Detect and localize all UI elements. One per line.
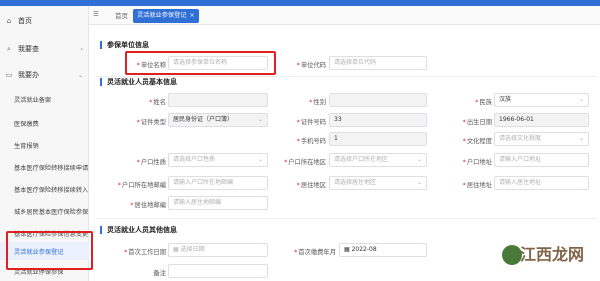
sidebar-subitem[interactable]: 医保缴费 bbox=[0, 114, 89, 132]
hukou-addr-label: *户口地址 bbox=[462, 159, 492, 166]
chevron-down-icon: ⌄ bbox=[578, 135, 584, 142]
pay-start-date[interactable]: ▦ 2022-08 bbox=[339, 243, 427, 257]
sidebar-item-my-visit[interactable]: ⌕ 我要查 › bbox=[0, 40, 89, 58]
unit-code-input[interactable]: 请选择单位代码 bbox=[329, 56, 427, 70]
cert-type-label: *证件类型 bbox=[136, 119, 166, 126]
search-icon: ⌕ bbox=[7, 44, 11, 53]
chevron-down-icon: ⌄ bbox=[77, 71, 83, 79]
first-work-label: *首次工作日期 bbox=[124, 249, 166, 256]
section-title-basic: 灵活就业人员基本信息 bbox=[100, 78, 177, 86]
calendar-icon: ▦ bbox=[344, 246, 352, 253]
chevron-right-icon: › bbox=[80, 45, 83, 53]
cert-no-label: *证件号码 bbox=[296, 119, 326, 126]
hukou-addr-input[interactable]: 请输入户口地址 bbox=[494, 153, 589, 167]
nation-label: *民族 bbox=[475, 99, 492, 106]
sidebar-subitem[interactable]: 生育报销 bbox=[0, 136, 89, 154]
gender-input[interactable] bbox=[329, 93, 427, 107]
phone-input[interactable]: 1 bbox=[329, 132, 427, 146]
hukou-nature-select[interactable]: 请选择户口性质 ⌄ bbox=[168, 153, 268, 167]
chevron-down-icon: ⌄ bbox=[416, 156, 422, 163]
sidebar-item-my-handle[interactable]: ▭ 我要办 ⌄ bbox=[0, 66, 89, 84]
tab-home[interactable]: 首页 bbox=[115, 10, 128, 20]
birth-label: *出生日期 bbox=[462, 119, 492, 126]
divider bbox=[96, 218, 596, 219]
chevron-down-icon: ⌄ bbox=[257, 156, 263, 163]
sidebar-subitem[interactable]: 灵活就业备案 bbox=[0, 90, 89, 108]
pay-start-label: *首次缴费年月 bbox=[294, 249, 336, 256]
gender-label: *性别 bbox=[309, 99, 326, 106]
remark-label: 备注 bbox=[153, 270, 166, 277]
hukou-nature-label: *户口性质 bbox=[136, 159, 166, 166]
birth-input[interactable]: 1966-06-01 bbox=[494, 113, 589, 127]
calendar-icon: ▦ bbox=[173, 246, 181, 253]
close-icon[interactable]: × bbox=[190, 12, 195, 19]
hukou-area-label: *户口所在地区 bbox=[284, 159, 326, 166]
sidebar-highlight-box bbox=[6, 231, 93, 270]
name-label: *姓名 bbox=[149, 99, 166, 106]
sidebar-item-home[interactable]: ⌂ 首页 bbox=[0, 12, 89, 30]
hukou-post-label: *户口所在地邮编 bbox=[117, 182, 166, 189]
home-icon: ⌂ bbox=[6, 17, 12, 25]
sidebar-subitem[interactable]: 基本医疗保险转移接续申请 bbox=[0, 158, 89, 176]
live-area-label: *居住地区 bbox=[296, 182, 326, 189]
edu-select[interactable]: 请选择文化程度 ⌄ bbox=[494, 132, 589, 146]
hukou-post-input[interactable]: 请输入户口所在地邮编 bbox=[168, 176, 268, 190]
phone-label: *手机号码 bbox=[296, 138, 326, 145]
live-addr-label: *居住地址 bbox=[462, 182, 492, 189]
sidebar-subitem[interactable]: 基本医疗保险转移接续转入申请 bbox=[0, 180, 89, 198]
section-title-unit: 参保单位信息 bbox=[100, 41, 149, 49]
folder-icon: ▭ bbox=[5, 71, 13, 79]
first-work-date[interactable]: ▦ 选择日期 bbox=[168, 243, 268, 257]
tab-active[interactable]: 灵活就业参保登记 × bbox=[133, 9, 199, 23]
chevron-down-icon: ⌄ bbox=[416, 179, 422, 186]
menu-icon[interactable]: ☰ bbox=[93, 10, 99, 18]
hukou-area-select[interactable]: 请选择户口所在地区 ⌄ bbox=[329, 153, 427, 167]
remark-input[interactable] bbox=[168, 264, 268, 278]
name-input[interactable] bbox=[168, 93, 268, 107]
edu-label: *文化程度 bbox=[462, 138, 492, 145]
cert-type-select[interactable]: 居民身份证（户口簿） ⌄ bbox=[168, 113, 268, 127]
chevron-down-icon: ⌄ bbox=[578, 96, 584, 103]
watermark-text: 江西龙网 bbox=[519, 245, 584, 264]
unit-code-label: *单位代码 bbox=[296, 62, 326, 69]
section-title-other: 灵活就业人员其他信息 bbox=[100, 226, 177, 234]
live-area-select[interactable]: 请选择居住地区 ⌄ bbox=[329, 176, 427, 190]
sidebar-subitem[interactable]: 城乡居民基本医疗保险参保 bbox=[0, 202, 89, 220]
cert-no-input[interactable]: 33 bbox=[329, 113, 427, 127]
divider bbox=[96, 76, 596, 77]
tab-bar: ☰ 首页 灵活就业参保登记 × bbox=[89, 6, 600, 25]
live-addr-input[interactable]: 请输入居住地址 bbox=[494, 176, 589, 190]
unit-name-highlight-box bbox=[125, 51, 276, 75]
live-post-input[interactable]: 请输入居住地邮编 bbox=[168, 196, 268, 210]
live-post-label: *居住地邮编 bbox=[130, 202, 166, 209]
nation-select[interactable]: 汉族 ⌄ bbox=[494, 93, 589, 107]
chevron-down-icon: ⌄ bbox=[257, 116, 263, 123]
